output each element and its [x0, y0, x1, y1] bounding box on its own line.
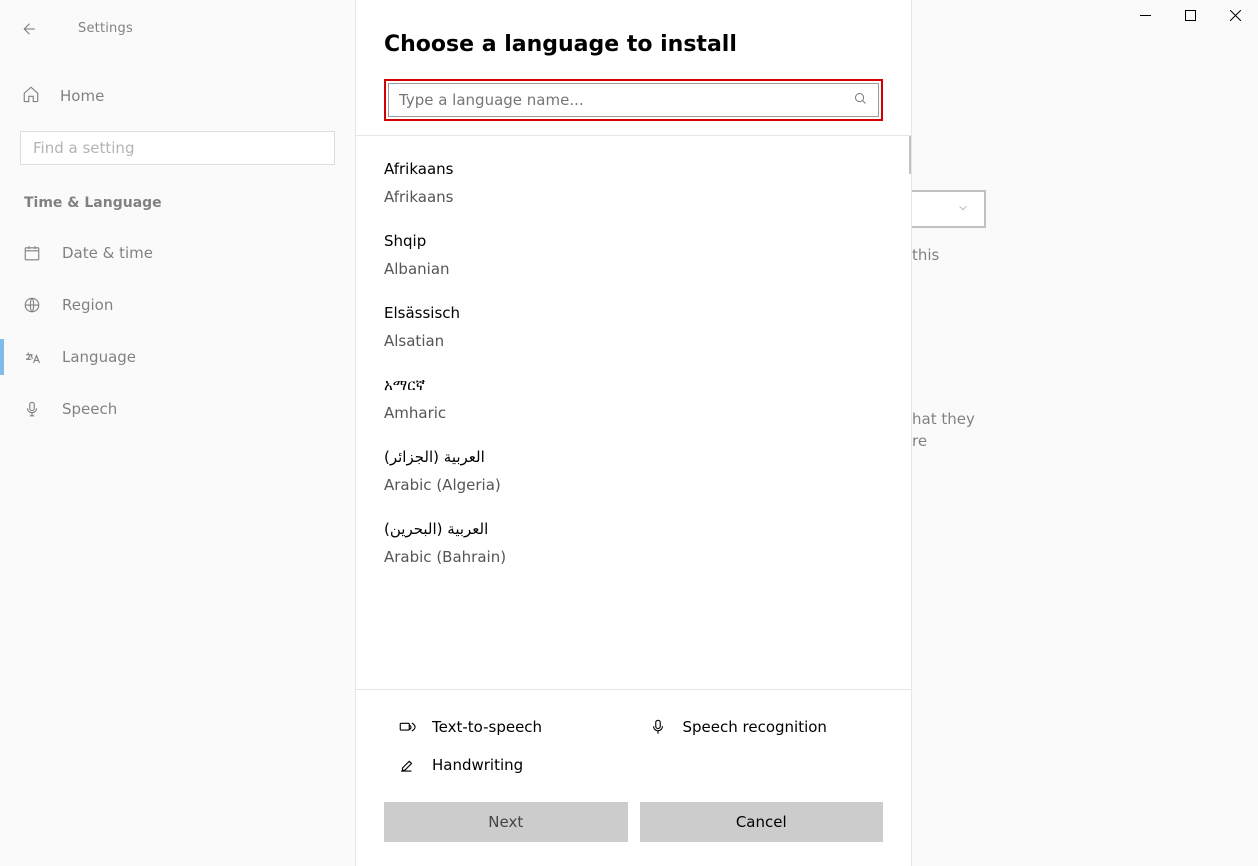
feature-label: Handwriting — [432, 756, 523, 774]
language-english-name: Amharic — [384, 404, 883, 422]
language-english-name: Arabic (Bahrain) — [384, 548, 883, 566]
language-icon — [22, 348, 42, 366]
maximize-button[interactable] — [1168, 0, 1213, 30]
background-text-fragment: this — [912, 246, 939, 264]
back-row[interactable]: Settings — [0, 6, 355, 51]
sidebar-item-home[interactable]: Home — [0, 71, 355, 121]
dialog-button-row: Next Cancel — [356, 794, 911, 866]
language-native-name: العربية (البحرين) — [384, 520, 883, 538]
language-list[interactable]: Afrikaans Afrikaans Shqip Albanian Elsäs… — [356, 135, 911, 689]
dialog-title: Choose a language to install — [356, 0, 911, 79]
background-text-fragment: re — [912, 432, 927, 450]
sidebar-item-speech[interactable]: Speech — [0, 383, 355, 435]
language-native-name: Shqip — [384, 232, 883, 250]
search-icon — [853, 91, 868, 110]
handwriting-icon — [396, 756, 418, 774]
language-english-name: Afrikaans — [384, 188, 883, 206]
language-search-input[interactable] — [388, 83, 879, 117]
microphone-icon — [22, 400, 42, 418]
language-english-name: Arabic (Algeria) — [384, 476, 883, 494]
language-features: Text-to-speech Speech recognition Handwr… — [356, 689, 911, 794]
language-native-name: العربية (الجزائر) — [384, 448, 883, 466]
language-native-name: Afrikaans — [384, 160, 883, 178]
find-setting-input[interactable]: Find a setting — [20, 131, 335, 165]
language-item[interactable]: العربية (البحرين) Arabic (Bahrain) — [356, 514, 911, 586]
next-button[interactable]: Next — [384, 802, 628, 842]
microphone-icon — [647, 718, 669, 736]
search-field[interactable] — [399, 91, 853, 109]
feature-speech-recognition: Speech recognition — [647, 708, 898, 746]
sidebar-section-title: Time & Language — [24, 195, 355, 211]
sidebar-item-label: Language — [62, 348, 136, 366]
feature-label: Speech recognition — [683, 718, 827, 736]
language-native-name: አማርኛ — [384, 376, 883, 394]
app-title: Settings — [78, 21, 133, 36]
scrollbar-thumb[interactable] — [909, 136, 911, 174]
chevron-down-icon — [956, 200, 970, 219]
globe-icon — [22, 296, 42, 314]
find-setting-placeholder: Find a setting — [33, 139, 134, 157]
language-item[interactable]: Elsässisch Alsatian — [356, 298, 911, 370]
language-english-name: Albanian — [384, 260, 883, 278]
sidebar-item-region[interactable]: Region — [0, 279, 355, 331]
sidebar-item-label: Region — [62, 296, 113, 314]
back-arrow-icon — [18, 19, 38, 39]
choose-language-dialog: Choose a language to install Afrikaans A… — [355, 0, 912, 866]
sidebar-item-label: Speech — [62, 400, 117, 418]
sidebar-item-label: Date & time — [62, 244, 153, 262]
display-language-dropdown[interactable] — [900, 190, 986, 228]
window-controls — [1123, 0, 1258, 30]
language-item[interactable]: አማርኛ Amharic — [356, 370, 911, 442]
sidebar-item-language[interactable]: Language — [0, 331, 355, 383]
sidebar-item-date-time[interactable]: Date & time — [0, 227, 355, 279]
text-to-speech-icon — [396, 718, 418, 736]
home-label: Home — [60, 87, 104, 105]
home-icon — [22, 85, 40, 107]
background-text-fragment: hat they — [912, 410, 975, 428]
feature-handwriting: Handwriting — [396, 746, 647, 784]
minimize-button[interactable] — [1123, 0, 1168, 30]
language-item[interactable]: Shqip Albanian — [356, 226, 911, 298]
language-item[interactable]: Afrikaans Afrikaans — [356, 154, 911, 226]
close-button[interactable] — [1213, 0, 1258, 30]
language-native-name: Elsässisch — [384, 304, 883, 322]
search-highlight — [384, 79, 883, 121]
feature-text-to-speech: Text-to-speech — [396, 708, 647, 746]
language-english-name: Alsatian — [384, 332, 883, 350]
language-item[interactable]: العربية (الجزائر) Arabic (Algeria) — [356, 442, 911, 514]
calendar-clock-icon — [22, 244, 42, 262]
cancel-button[interactable]: Cancel — [640, 802, 884, 842]
feature-label: Text-to-speech — [432, 718, 542, 736]
sidebar: Settings Home Find a setting Time & Lang… — [0, 0, 355, 866]
